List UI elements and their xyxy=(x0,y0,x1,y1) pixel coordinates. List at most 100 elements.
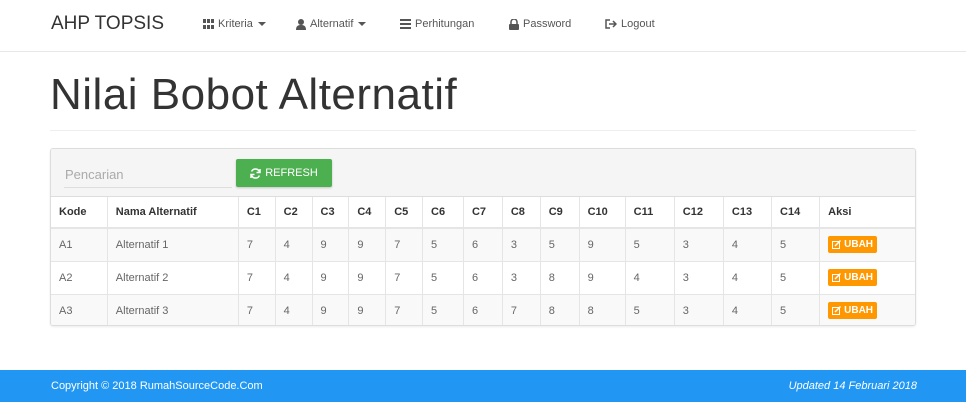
column-header[interactable]: Nama Alternatif xyxy=(107,197,239,229)
nav-item-logout[interactable]: Logout xyxy=(605,18,655,30)
brand[interactable]: AHP TOPSIS xyxy=(51,13,164,35)
cell-nama: Alternatif 3 xyxy=(107,293,239,325)
cell-value: 9 xyxy=(312,260,350,294)
cell-value: 7 xyxy=(238,227,276,261)
cell-value: 7 xyxy=(502,293,541,325)
refresh-button[interactable]: REFRESH xyxy=(236,159,332,187)
cell-value: 9 xyxy=(312,227,350,261)
edit-button[interactable]: UBAH xyxy=(828,269,878,286)
cell-nama: Alternatif 2 xyxy=(107,260,239,294)
nav-item-label: Alternatif xyxy=(310,18,354,30)
cell-value: 9 xyxy=(579,260,626,294)
cell-value: 8 xyxy=(579,293,626,325)
cell-value: 4 xyxy=(625,260,675,294)
cell-value: 4 xyxy=(275,260,313,294)
column-header[interactable]: C13 xyxy=(723,197,773,229)
footer-updated: Updated 14 Februari 2018 xyxy=(788,380,917,392)
edit-button-label: UBAH xyxy=(844,272,874,283)
cell-value: 5 xyxy=(422,293,464,325)
cell-value: 4 xyxy=(723,293,773,325)
nav-item-label: Logout xyxy=(621,18,655,30)
cell-kode: A3 xyxy=(51,293,108,325)
footer: Copyright © 2018 RumahSourceCode.Com Upd… xyxy=(0,370,966,402)
cell-value: 7 xyxy=(385,260,424,294)
column-header[interactable]: C2 xyxy=(275,197,313,229)
column-header[interactable]: C4 xyxy=(348,197,387,229)
cell-value: 5 xyxy=(422,227,464,261)
column-header[interactable]: C3 xyxy=(312,197,350,229)
cell-kode: A2 xyxy=(51,260,108,294)
cell-value: 3 xyxy=(674,227,724,261)
nav-item-alternatif[interactable]: Alternatif xyxy=(296,18,367,30)
column-header[interactable]: C1 xyxy=(238,197,276,229)
nav-item-password[interactable]: Password xyxy=(509,18,571,30)
column-header[interactable]: C12 xyxy=(674,197,724,229)
cell-value: 4 xyxy=(723,227,773,261)
search-input[interactable] xyxy=(64,161,232,188)
page-title: Nilai Bobot Alternatif xyxy=(50,70,458,119)
table-header-row: Kode Nama Alternatif C1 C2 C3 C4 C5 C6 C… xyxy=(51,197,915,229)
edit-icon xyxy=(832,240,842,250)
table-row: A1 Alternatif 1 7 4 9 9 7 5 6 3 5 9 5 3 … xyxy=(51,227,915,261)
divider xyxy=(50,130,916,131)
column-header[interactable]: C14 xyxy=(771,197,821,229)
cell-nama: Alternatif 1 xyxy=(107,227,239,261)
cell-value: 6 xyxy=(463,293,503,325)
footer-copyright: Copyright © 2018 RumahSourceCode.Com xyxy=(51,380,263,392)
edit-button-label: UBAH xyxy=(844,305,874,317)
cell-value: 3 xyxy=(502,260,541,294)
column-header[interactable]: C11 xyxy=(625,197,675,229)
alternatif-table: Kode Nama Alternatif C1 C2 C3 C4 C5 C6 C… xyxy=(51,197,915,325)
cell-value: 3 xyxy=(674,293,724,325)
nav-item-label: Password xyxy=(523,18,572,30)
cell-value: 5 xyxy=(771,293,821,325)
column-header[interactable]: C5 xyxy=(385,197,424,229)
cell-value: 9 xyxy=(348,227,387,261)
cell-value: 5 xyxy=(540,227,580,261)
cell-value: 4 xyxy=(275,227,313,261)
refresh-label: REFRESH xyxy=(265,167,318,179)
list-icon xyxy=(400,19,411,29)
column-header[interactable]: C10 xyxy=(579,197,626,229)
column-header[interactable]: Kode xyxy=(51,197,108,229)
nav-item-perhitungan[interactable]: Perhitungan xyxy=(400,18,474,30)
column-header[interactable]: C6 xyxy=(422,197,464,229)
grid-icon xyxy=(203,19,214,29)
cell-action: UBAH xyxy=(819,260,915,294)
column-header[interactable]: C7 xyxy=(463,197,503,229)
cell-value: 7 xyxy=(238,293,276,325)
table-row: A2 Alternatif 2 7 4 9 9 7 5 6 3 8 9 4 3 … xyxy=(51,260,915,294)
edit-button-label: UBAH xyxy=(844,239,874,251)
nav-item-label: Perhitungan xyxy=(415,18,475,30)
cell-value: 9 xyxy=(312,293,350,325)
table-row: A3 Alternatif 3 7 4 9 9 7 5 6 7 8 8 5 3 … xyxy=(51,293,915,325)
nav-item-label: Kriteria xyxy=(218,18,253,30)
edit-icon xyxy=(832,306,842,316)
column-header[interactable]: C8 xyxy=(502,197,541,229)
chevron-down-icon xyxy=(257,22,266,26)
cell-value: 5 xyxy=(625,227,675,261)
cell-value: 7 xyxy=(385,227,424,261)
alternatif-panel: REFRESH Kode Nama Alternatif C1 C2 C3 C4… xyxy=(50,148,916,326)
cell-value: 8 xyxy=(540,293,580,325)
cell-value: 5 xyxy=(771,227,821,261)
cell-kode: A1 xyxy=(51,227,108,261)
panel-toolbar: REFRESH xyxy=(51,149,915,197)
edit-button[interactable]: UBAH xyxy=(828,236,878,254)
edit-button[interactable]: UBAH xyxy=(828,302,878,320)
cell-value: 9 xyxy=(348,260,387,294)
nav-item-kriteria[interactable]: Kriteria xyxy=(203,18,266,30)
logout-icon xyxy=(605,19,617,29)
user-icon xyxy=(296,18,306,30)
lock-icon xyxy=(509,18,519,30)
navbar: AHP TOPSIS Kriteria Alternatif Perhitung… xyxy=(0,0,966,52)
cell-value: 8 xyxy=(540,260,580,294)
cell-value: 6 xyxy=(463,227,503,261)
cell-value: 4 xyxy=(723,260,773,294)
cell-value: 7 xyxy=(238,260,276,294)
cell-value: 5 xyxy=(625,293,675,325)
cell-value: 7 xyxy=(385,293,424,325)
cell-value: 3 xyxy=(502,227,541,261)
column-header[interactable]: C9 xyxy=(540,197,580,229)
cell-value: 4 xyxy=(275,293,313,325)
